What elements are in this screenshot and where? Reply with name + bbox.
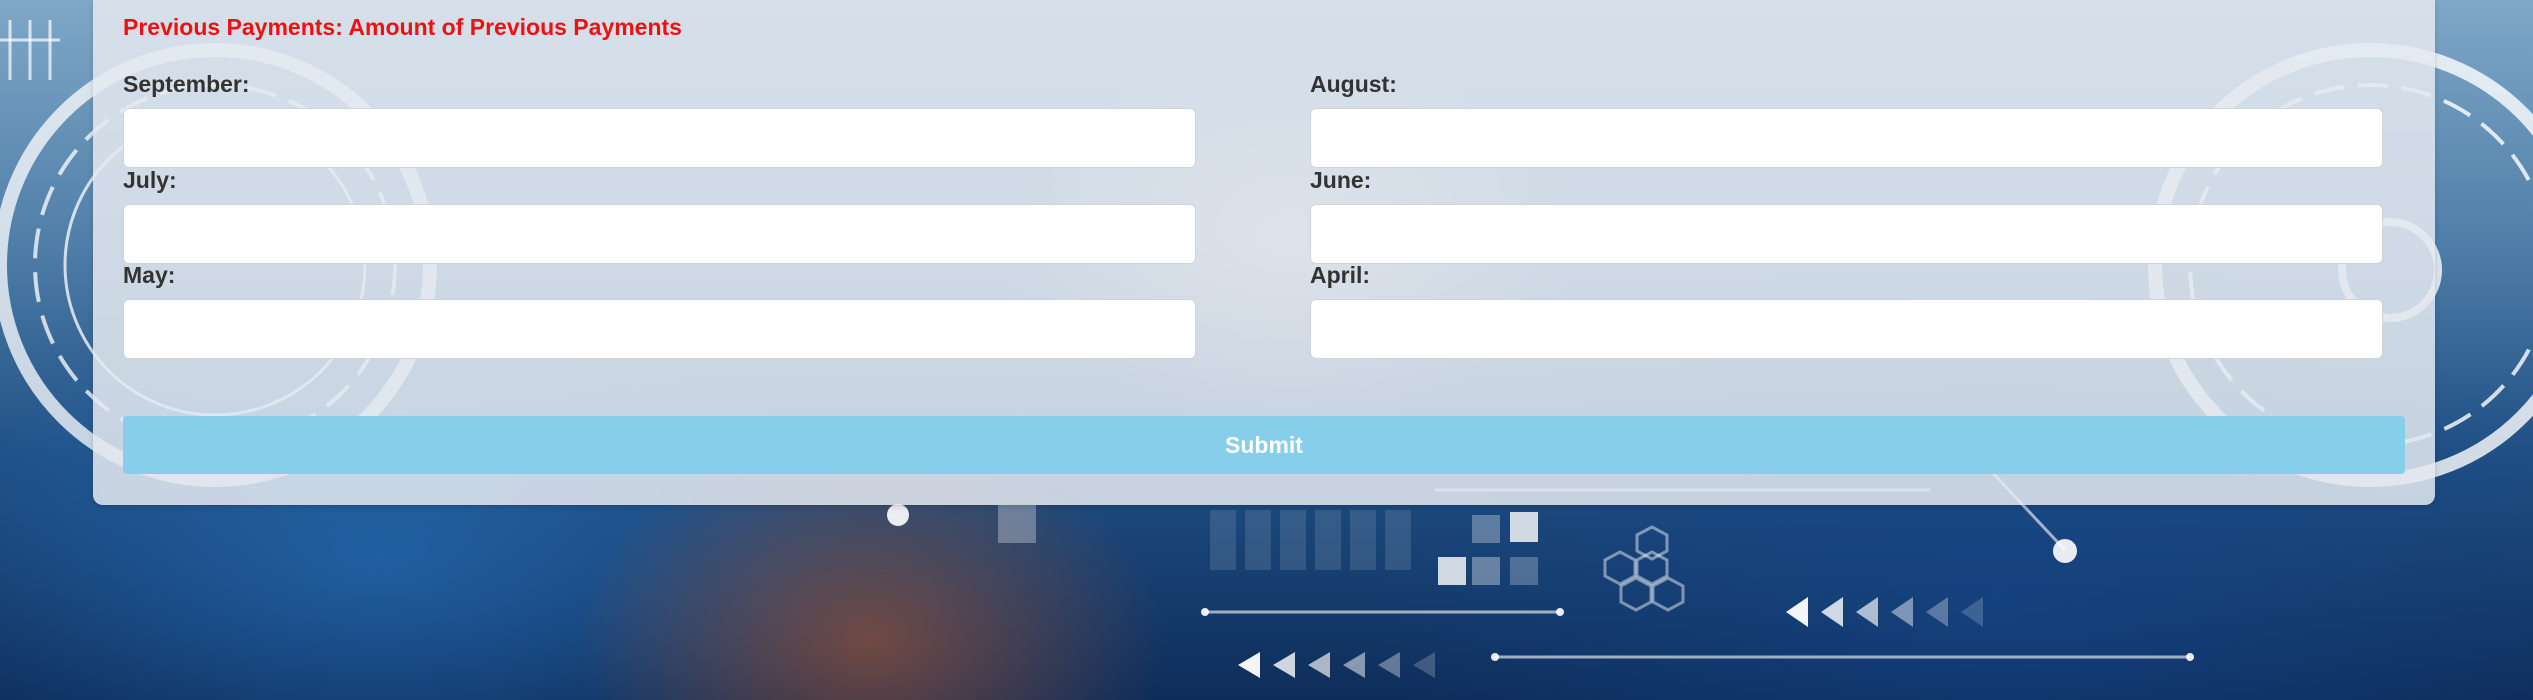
april-amount-input[interactable] — [1310, 299, 2383, 359]
field-may: May: — [123, 262, 1196, 359]
field-label-september: September: — [123, 71, 250, 97]
field-june: June: — [1310, 167, 2383, 264]
september-amount-input[interactable] — [123, 108, 1196, 168]
payments-form-panel: Previous Payments: Amount of Previous Pa… — [93, 0, 2435, 505]
may-amount-input[interactable] — [123, 299, 1196, 359]
field-april: April: — [1310, 262, 2383, 359]
august-amount-input[interactable] — [1310, 108, 2383, 168]
june-amount-input[interactable] — [1310, 204, 2383, 264]
section-title: Previous Payments: Amount of Previous Pa… — [123, 14, 682, 40]
field-label-august: August: — [1310, 71, 1397, 97]
field-label-july: July: — [123, 167, 177, 193]
field-label-april: April: — [1310, 262, 1371, 288]
submit-button[interactable]: Submit — [123, 416, 2405, 474]
field-label-may: May: — [123, 262, 176, 288]
field-august: August: — [1310, 71, 2383, 168]
july-amount-input[interactable] — [123, 204, 1196, 264]
field-july: July: — [123, 167, 1196, 264]
field-september: September: — [123, 71, 1196, 168]
field-label-june: June: — [1310, 167, 1372, 193]
